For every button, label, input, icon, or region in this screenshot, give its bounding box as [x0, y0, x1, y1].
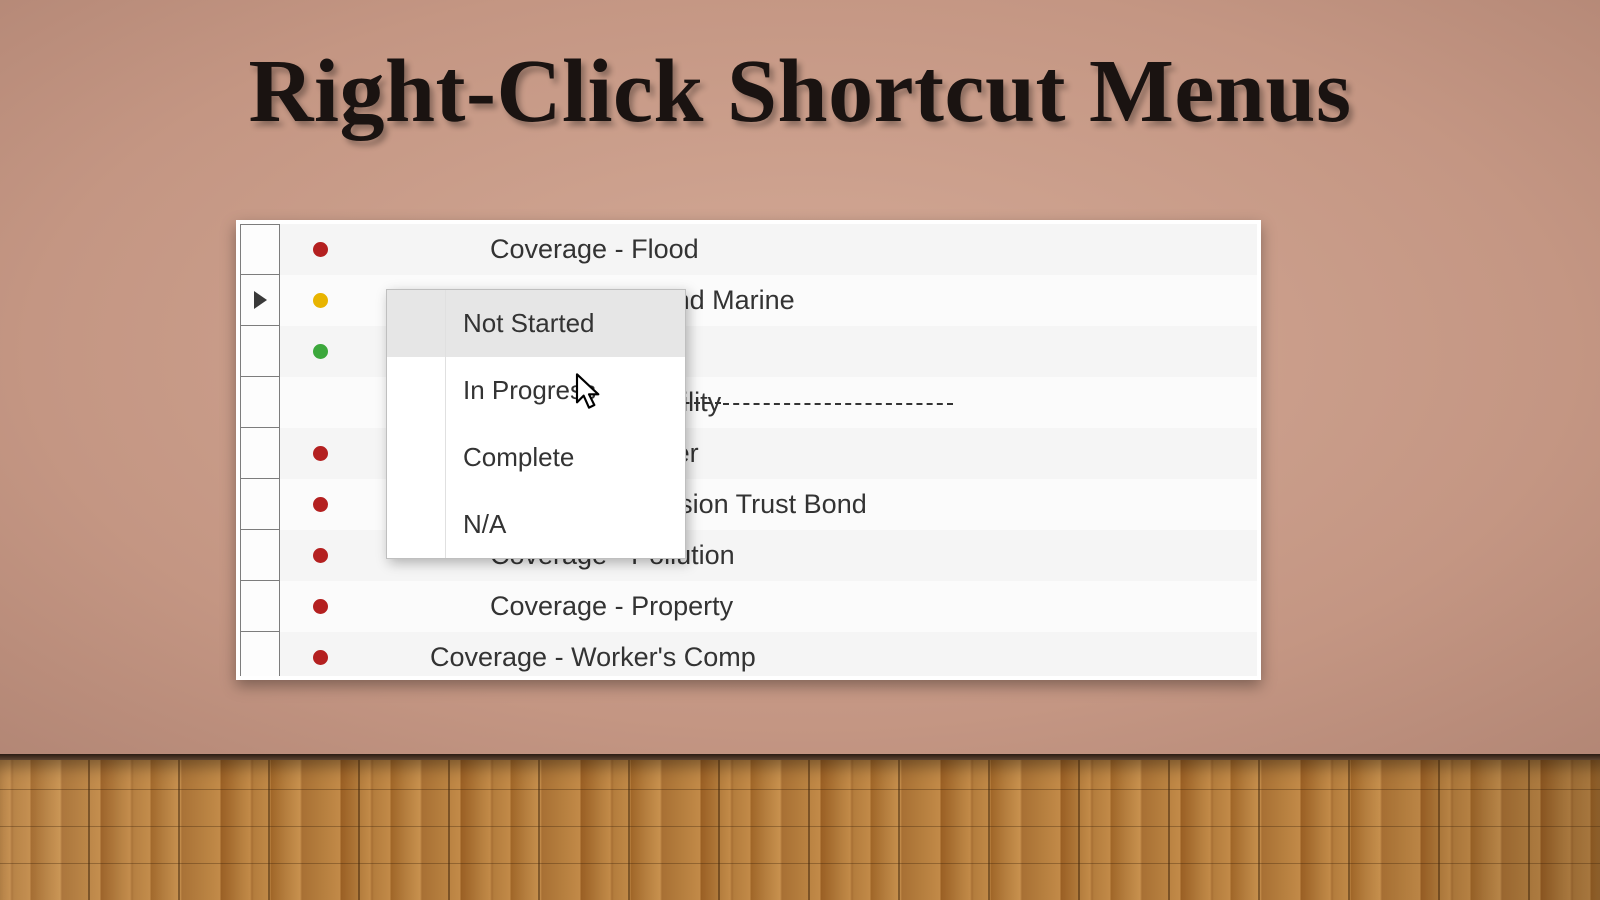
row-header[interactable]: [240, 530, 280, 581]
menu-item-in-progress[interactable]: In Progress: [387, 357, 685, 424]
grid-row[interactable]: Coverage - Property: [240, 581, 1257, 632]
menu-item-complete[interactable]: Complete: [387, 424, 685, 491]
status-cell[interactable]: [280, 632, 360, 680]
status-cell[interactable]: [280, 428, 360, 479]
status-dot-icon: [313, 497, 328, 512]
screenshot-panel: Coverage - Flood Coverage - Inland Marin…: [236, 220, 1261, 680]
row-header[interactable]: [240, 326, 280, 377]
row-header[interactable]: [240, 632, 280, 680]
row-label: Coverage - Property: [360, 591, 733, 622]
slide-background-floor: [0, 760, 1600, 900]
menu-item-na[interactable]: N/A: [387, 491, 685, 558]
status-cell[interactable]: [280, 581, 360, 632]
status-dot-icon: [313, 242, 328, 257]
row-header[interactable]: [240, 275, 280, 326]
status-dot-icon: [313, 599, 328, 614]
current-row-arrow-icon: [254, 291, 267, 309]
status-cell[interactable]: [280, 275, 360, 326]
menu-item-not-started[interactable]: Not Started: [387, 290, 685, 357]
status-cell[interactable]: [280, 377, 360, 428]
row-label: Coverage - Worker's Comp: [360, 642, 756, 673]
grid-row[interactable]: Coverage - Worker's Comp: [240, 632, 1257, 680]
status-dot-icon: [313, 293, 328, 308]
status-cell[interactable]: [280, 479, 360, 530]
status-cell[interactable]: [280, 224, 360, 275]
coverage-grid: Coverage - Flood Coverage - Inland Marin…: [240, 224, 1257, 676]
context-menu: Not Started In Progress Complete N/A: [386, 289, 686, 559]
row-header[interactable]: [240, 224, 280, 275]
row-label: Coverage - Flood: [360, 234, 699, 265]
cursor-icon: [575, 373, 603, 413]
status-cell[interactable]: [280, 530, 360, 581]
row-header[interactable]: [240, 581, 280, 632]
status-dot-icon: [313, 446, 328, 461]
status-dot-icon: [313, 548, 328, 563]
row-header[interactable]: [240, 377, 280, 428]
status-cell[interactable]: [280, 326, 360, 377]
grid-row[interactable]: Coverage - Flood: [240, 224, 1257, 275]
slide-title: Right-Click Shortcut Menus: [0, 40, 1600, 143]
menu-gutter: [445, 290, 446, 558]
status-dot-icon: [313, 344, 328, 359]
row-header[interactable]: [240, 479, 280, 530]
row-header[interactable]: [240, 428, 280, 479]
status-dot-icon: [313, 650, 328, 665]
